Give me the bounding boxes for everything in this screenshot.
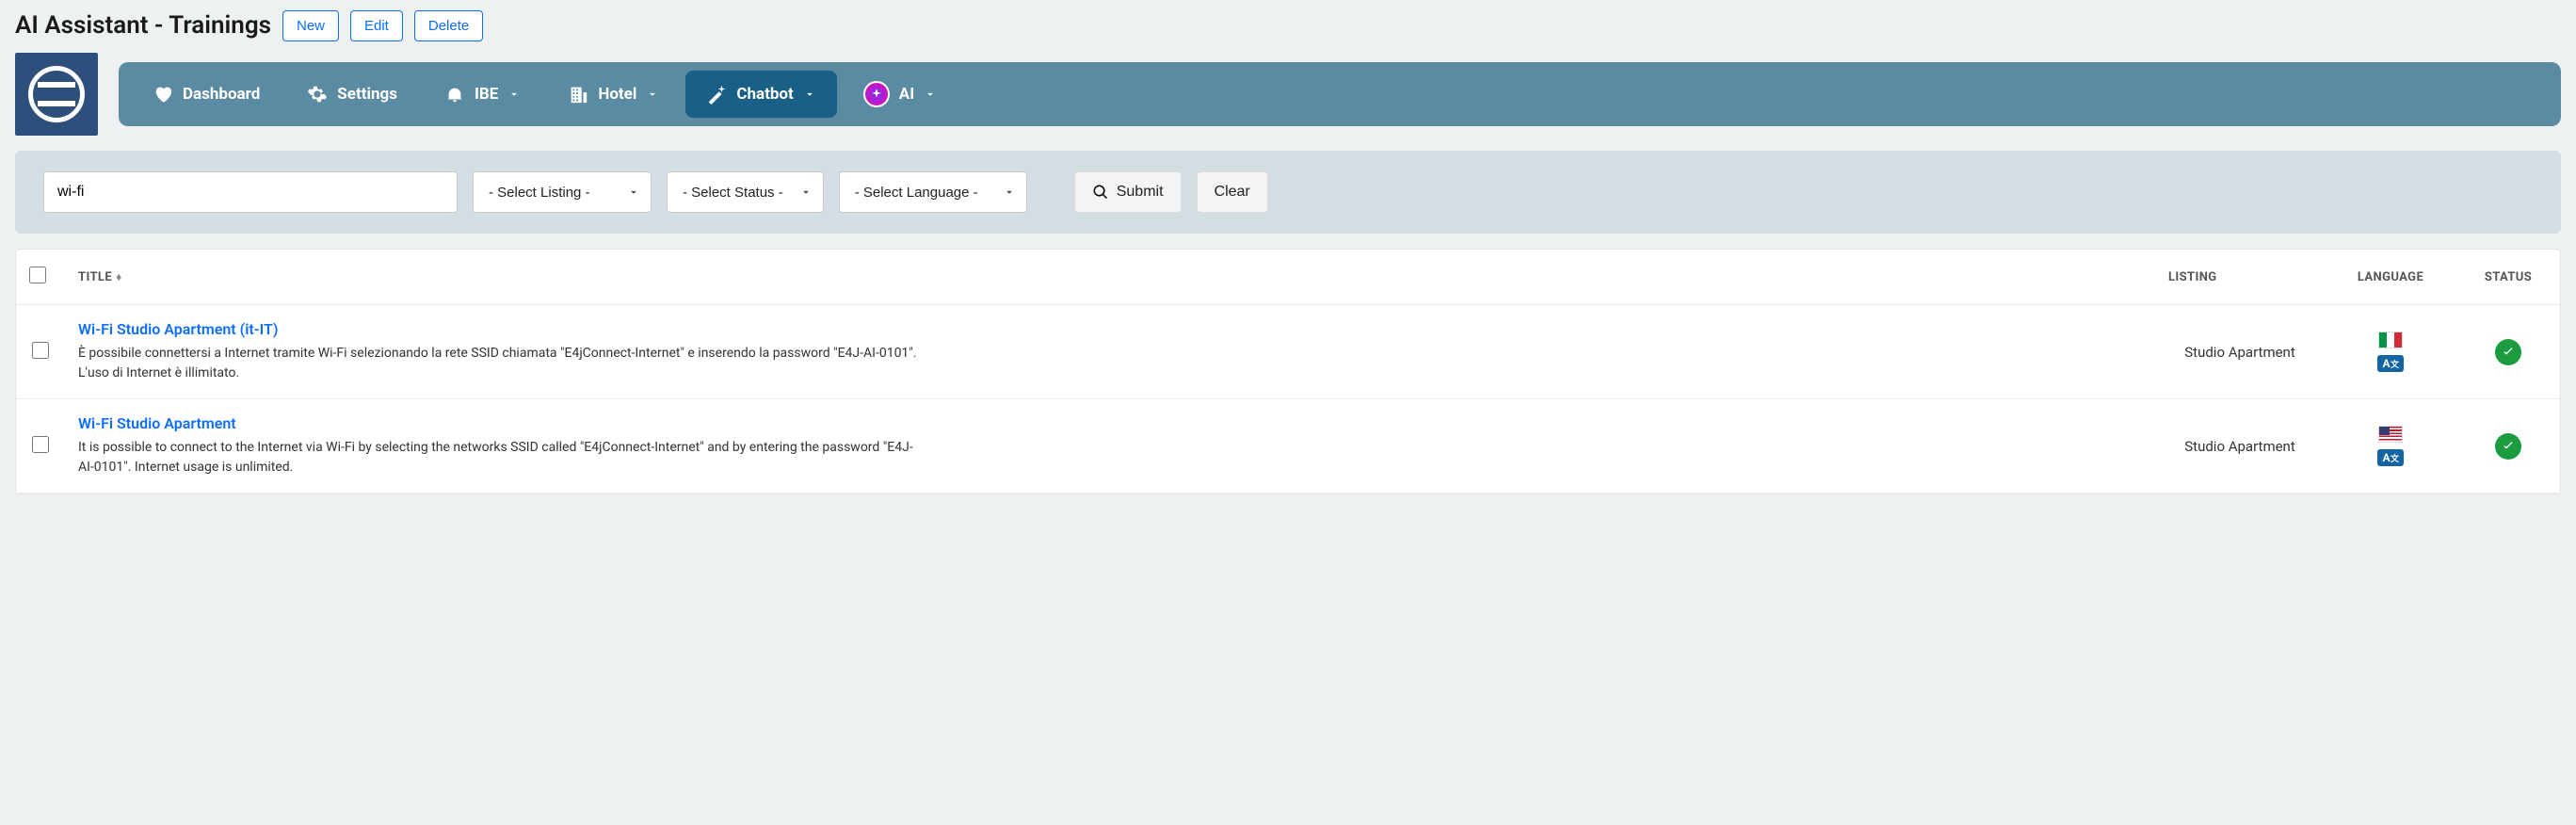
nav-ai[interactable]: AI bbox=[843, 68, 958, 121]
main-nav: Dashboard Settings IBE Hotel Chatbot bbox=[119, 62, 2561, 126]
new-button[interactable]: New bbox=[282, 10, 339, 41]
select-all-checkbox[interactable] bbox=[29, 267, 46, 283]
translate-badge-icon[interactable]: A文 bbox=[2377, 355, 2403, 372]
nav-label: Chatbot bbox=[736, 85, 793, 104]
row-title-link[interactable]: Wi-Fi Studio Apartment (it-IT) bbox=[78, 320, 278, 338]
table-row: Wi-Fi Studio Apartment It is possible to… bbox=[16, 399, 2560, 493]
chevron-down-icon bbox=[803, 88, 816, 101]
gear-icon bbox=[307, 84, 328, 105]
bell-icon bbox=[444, 84, 465, 105]
search-icon bbox=[1092, 184, 1109, 201]
col-listing: LISTING bbox=[2155, 250, 2325, 305]
nav-settings[interactable]: Settings bbox=[286, 71, 418, 118]
nav-label: Dashboard bbox=[183, 85, 260, 104]
language-select[interactable]: - Select Language - bbox=[839, 171, 1027, 213]
nav-dashboard[interactable]: Dashboard bbox=[132, 71, 281, 118]
row-checkbox[interactable] bbox=[32, 342, 49, 359]
status-ok-icon[interactable] bbox=[2495, 433, 2521, 460]
submit-button[interactable]: Submit bbox=[1074, 171, 1182, 213]
wand-icon bbox=[706, 84, 727, 105]
flag-us-icon bbox=[2378, 426, 2403, 443]
table-row: Wi-Fi Studio Apartment (it-IT) È possibi… bbox=[16, 305, 2560, 399]
sort-icon: ♦ bbox=[116, 270, 122, 283]
chevron-down-icon bbox=[924, 88, 937, 101]
results-table: TITLE♦ LISTING LANGUAGE STATUS Wi-Fi Stu… bbox=[16, 250, 2560, 493]
nav-label: Hotel bbox=[598, 85, 636, 104]
listing-select[interactable]: - Select Listing - bbox=[473, 171, 652, 213]
search-input[interactable] bbox=[43, 171, 458, 213]
col-language: LANGUAGE bbox=[2325, 250, 2456, 305]
sparkle-icon bbox=[863, 81, 890, 107]
filter-bar: - Select Listing - - Select Status - - S… bbox=[15, 151, 2561, 234]
translate-badge-icon[interactable]: A文 bbox=[2377, 449, 2403, 466]
building-icon bbox=[568, 84, 588, 105]
nav-chatbot[interactable]: Chatbot bbox=[685, 71, 836, 118]
status-ok-icon[interactable] bbox=[2495, 339, 2521, 365]
status-select[interactable]: - Select Status - bbox=[667, 171, 824, 213]
app-logo[interactable] bbox=[15, 53, 98, 136]
clear-button[interactable]: Clear bbox=[1197, 171, 1268, 213]
delete-button[interactable]: Delete bbox=[414, 10, 483, 41]
row-listing: Studio Apartment bbox=[2155, 305, 2325, 399]
row-description: It is possible to connect to the Interne… bbox=[78, 438, 926, 477]
chevron-down-icon bbox=[646, 88, 659, 101]
chevron-down-icon bbox=[507, 88, 521, 101]
row-title-link[interactable]: Wi-Fi Studio Apartment bbox=[78, 414, 236, 432]
nav-label: IBE bbox=[475, 85, 498, 104]
col-title[interactable]: TITLE♦ bbox=[65, 250, 2155, 305]
page-title: AI Assistant - Trainings bbox=[15, 8, 271, 43]
col-status: STATUS bbox=[2456, 250, 2560, 305]
row-description: È possibile connettersi a Internet trami… bbox=[78, 344, 926, 383]
edit-button[interactable]: Edit bbox=[350, 10, 403, 41]
nav-ibe[interactable]: IBE bbox=[424, 71, 541, 118]
row-checkbox[interactable] bbox=[32, 436, 49, 453]
heart-pulse-icon bbox=[153, 84, 173, 105]
flag-it-icon bbox=[2378, 332, 2403, 348]
clear-label: Clear bbox=[1215, 184, 1250, 201]
nav-hotel[interactable]: Hotel bbox=[547, 71, 680, 118]
logo-icon bbox=[28, 66, 85, 122]
nav-label: AI bbox=[899, 85, 914, 104]
nav-label: Settings bbox=[337, 85, 397, 104]
row-listing: Studio Apartment bbox=[2155, 399, 2325, 493]
submit-label: Submit bbox=[1117, 184, 1164, 201]
